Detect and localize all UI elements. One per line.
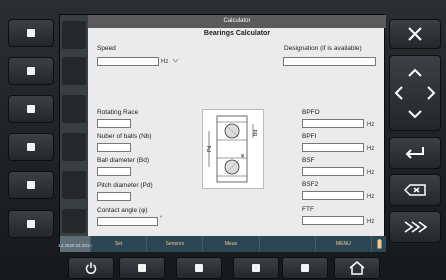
screen-left-strip xyxy=(60,15,88,236)
fast-forward-button[interactable] xyxy=(389,211,441,243)
power-button[interactable] xyxy=(68,257,114,279)
ftf-unit: Hz xyxy=(367,219,375,225)
window-title: Calculator xyxy=(88,15,386,28)
arrow-down-icon[interactable] xyxy=(408,110,422,119)
power-icon xyxy=(85,262,97,274)
speed-unit: Hz xyxy=(161,58,179,65)
tab-empty[interactable] xyxy=(258,236,315,252)
ball-diameter-input[interactable] xyxy=(97,167,131,176)
ball-diameter-label: Ball diameter (Bd) xyxy=(97,157,150,164)
tab-meas[interactable]: Meas xyxy=(202,236,258,252)
bpfo-unit: Hz xyxy=(367,122,375,128)
battery-icon xyxy=(377,239,382,249)
arrow-up-icon[interactable] xyxy=(408,68,422,77)
left-soft-key-1[interactable] xyxy=(8,19,54,47)
ftf-output xyxy=(302,216,364,225)
strip-slot xyxy=(62,57,86,85)
time-text: 14:26 xyxy=(58,243,70,248)
bpfi-unit: Hz xyxy=(367,146,375,152)
home-button[interactable] xyxy=(334,257,380,279)
strip-slot xyxy=(62,21,86,49)
arrow-left-icon[interactable] xyxy=(394,86,403,100)
navigation-pad[interactable] xyxy=(389,55,441,131)
fast-forward-icon xyxy=(404,221,427,233)
bottom-soft-key-4[interactable] xyxy=(282,257,328,279)
rotating-race-label: Rotating Race xyxy=(97,109,139,116)
designation-label: Designation (if is available) xyxy=(284,45,362,52)
bpfi-label: BPFI xyxy=(302,133,317,140)
bsf2-unit: Hz xyxy=(367,194,375,200)
pitch-diameter-input[interactable] xyxy=(97,192,131,201)
tab-menu[interactable]: MENU xyxy=(314,236,371,252)
left-soft-key-3[interactable] xyxy=(8,95,54,123)
close-button[interactable] xyxy=(389,19,441,49)
designation-input[interactable] xyxy=(283,57,376,66)
speed-input[interactable] xyxy=(97,57,159,66)
strip-slot xyxy=(62,133,86,161)
bottom-soft-key-1[interactable] xyxy=(119,257,165,279)
clock: 14:26 30.04.2015 xyxy=(58,236,92,252)
home-icon xyxy=(349,261,365,275)
backspace-icon xyxy=(404,184,426,196)
arrow-right-icon[interactable] xyxy=(427,86,436,100)
bsf-label: BSF xyxy=(302,157,315,164)
contact-angle-label: Contact angle (φ) xyxy=(97,207,148,214)
left-soft-key-6[interactable] xyxy=(8,210,54,238)
num-balls-input[interactable] xyxy=(97,143,131,152)
close-icon xyxy=(408,27,422,41)
enter-icon xyxy=(405,147,424,159)
chevron-down-icon[interactable] xyxy=(172,58,179,63)
contact-angle-input[interactable] xyxy=(97,217,158,226)
left-soft-key-5[interactable] xyxy=(8,171,54,199)
bottom-menu-bar: 14:26 30.04.2015 Set Sensors Meas MENU xyxy=(58,236,386,252)
left-soft-key-2[interactable] xyxy=(8,57,54,85)
bottom-soft-key-3[interactable] xyxy=(233,257,279,279)
strip-slot xyxy=(62,95,86,123)
ftf-label: FTF xyxy=(302,206,314,213)
bpfi-output xyxy=(302,143,364,152)
num-balls-label: Nuber of balls (Nb) xyxy=(97,133,152,140)
left-soft-key-4[interactable] xyxy=(8,133,54,161)
pitch-diameter-label: Pitch diameter (Pd) xyxy=(97,182,153,189)
page-title: Bearings Calculator xyxy=(203,30,271,37)
bearing-diagram: Pd Bd φ xyxy=(202,109,264,189)
speed-label: Speed xyxy=(97,45,116,52)
bd-label: Bd xyxy=(253,130,259,136)
strip-slot xyxy=(62,171,86,199)
pd-label: Pd xyxy=(207,146,213,152)
backspace-button[interactable] xyxy=(389,174,441,206)
screen: Calculator Bearings Calculator Speed Hz … xyxy=(58,14,386,252)
bpfo-label: BPFO xyxy=(302,109,320,116)
tab-sensors[interactable]: Sensors xyxy=(146,236,202,252)
strip-slot xyxy=(62,209,86,233)
bpfo-output xyxy=(302,119,364,128)
bsf-unit: Hz xyxy=(367,170,375,176)
bottom-soft-key-2[interactable] xyxy=(176,257,222,279)
rotating-race-input[interactable] xyxy=(97,119,131,128)
date-text: 30.04.2015 xyxy=(69,243,92,248)
enter-button[interactable] xyxy=(389,137,441,169)
tab-set[interactable]: Set xyxy=(90,236,146,252)
bsf-output xyxy=(302,167,364,176)
bsf2-label: BSF2 xyxy=(302,181,319,188)
bsf2-output xyxy=(302,191,364,200)
contact-angle-unit: ° xyxy=(160,216,163,222)
battery-indicator xyxy=(371,236,386,252)
